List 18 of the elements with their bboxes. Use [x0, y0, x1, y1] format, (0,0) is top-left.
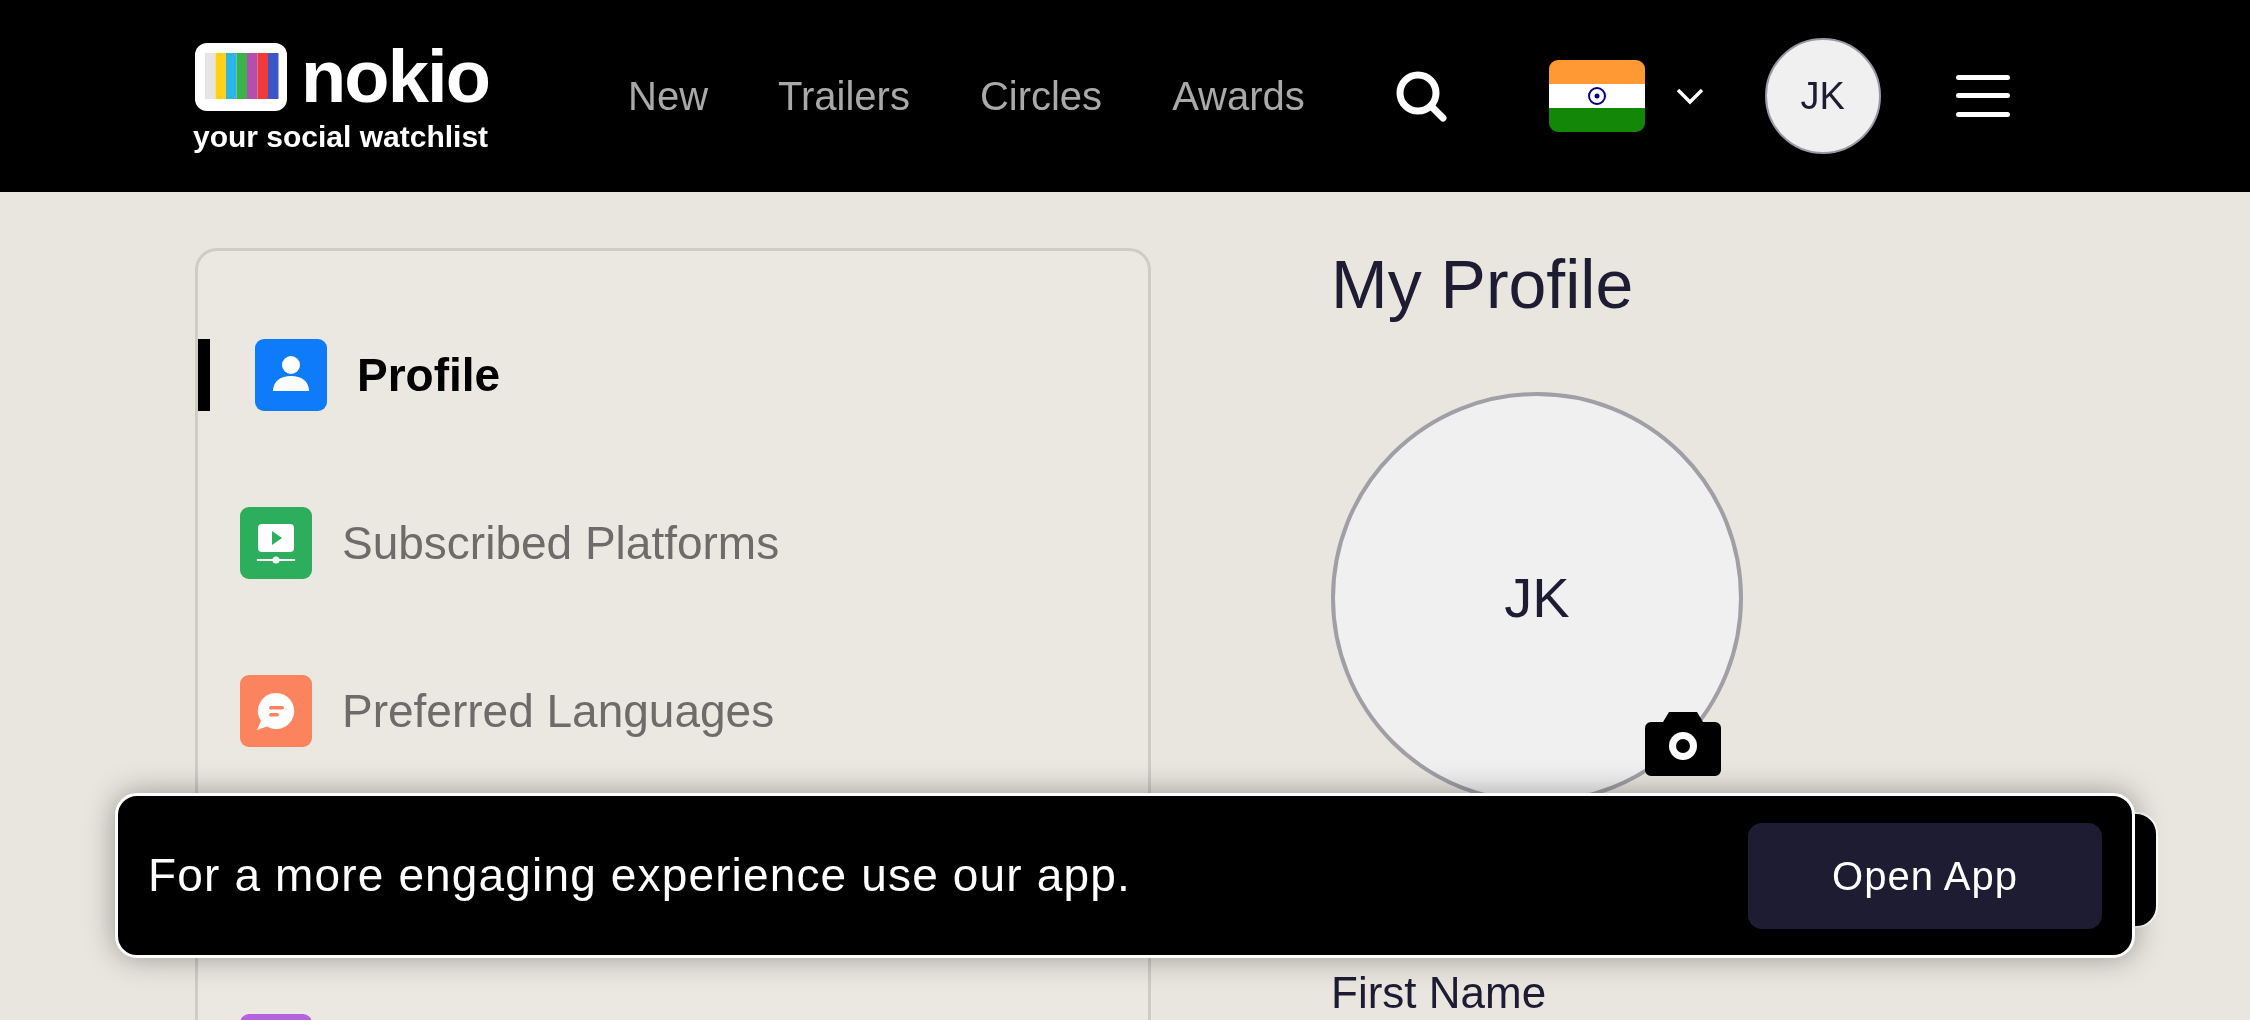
sidebar-item[interactable]: Preferred Languages	[198, 675, 1148, 747]
chevron-down-icon[interactable]	[1674, 87, 1705, 105]
sidebar-item[interactable]: Subscribed Platforms	[198, 507, 1148, 579]
menu-icon[interactable]	[1955, 73, 2010, 119]
sidebar-item[interactable]: Profile	[198, 339, 1148, 411]
logo-wordmark: nokio	[301, 40, 490, 114]
open-app-button[interactable]: Open App	[1748, 822, 2102, 929]
banner-message: For a more engaging experience use our app.	[148, 848, 1131, 903]
nav-link[interactable]: Trailers	[778, 66, 910, 126]
flag-icon[interactable]	[1548, 60, 1645, 132]
avatar-initials: JK	[1504, 565, 1570, 631]
nav-link[interactable]: New	[628, 66, 709, 126]
field-label: First Name	[1331, 967, 1548, 1019]
nav-link[interactable]: Circles	[979, 66, 1103, 126]
nav-link[interactable]: Awards	[1172, 66, 1305, 126]
logo-tagline: your social watchlist	[193, 122, 489, 152]
tv-logo-icon	[193, 41, 289, 113]
user-avatar[interactable]: JK	[1764, 38, 1881, 154]
